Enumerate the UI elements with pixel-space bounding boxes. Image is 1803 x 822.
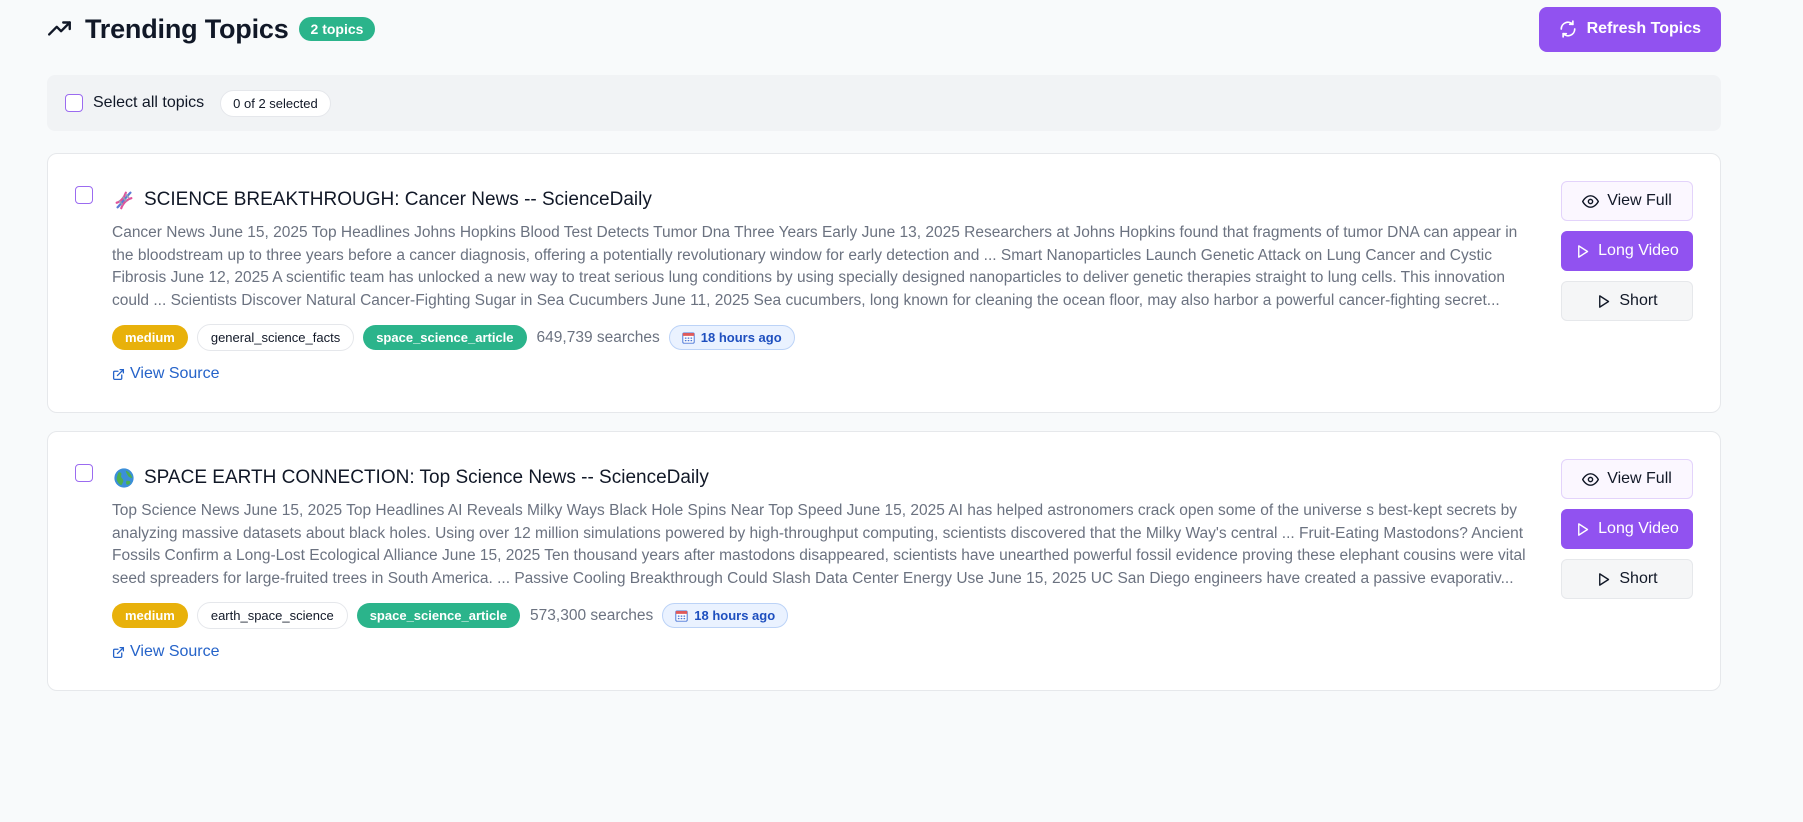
short-button[interactable]: Short — [1561, 559, 1693, 599]
play-icon — [1575, 244, 1590, 259]
topic-title-row: SPACE EARTH CONNECTION: Top Science News… — [112, 466, 709, 490]
type-badge: space_science_article — [363, 325, 527, 350]
topic-card: SCIENCE BREAKTHROUGH: Cancer News -- Sci… — [47, 153, 1721, 413]
topic-title: SPACE EARTH CONNECTION: Top Science News… — [144, 467, 709, 488]
play-icon — [1596, 572, 1611, 587]
play-icon — [1596, 294, 1611, 309]
view-full-label: View Full — [1607, 470, 1672, 487]
time-label: 18 hours ago — [700, 330, 782, 345]
refresh-topics-label: Refresh Topics — [1586, 20, 1701, 37]
topic-title-row: SCIENCE BREAKTHROUGH: Cancer News -- Sci… — [112, 188, 652, 212]
topic-description: Top Science News June 15, 2025 Top Headl… — [112, 502, 1526, 587]
eye-icon — [1582, 471, 1600, 488]
short-button[interactable]: Short — [1561, 281, 1693, 321]
view-source-link[interactable]: View Source — [112, 643, 220, 661]
header-title-group: Trending Topics 2 topics — [47, 13, 376, 45]
view-source-label: View Source — [130, 643, 220, 660]
view-source-label: View Source — [130, 365, 220, 382]
topic-checkbox[interactable] — [75, 186, 93, 204]
type-badge: space_science_article — [356, 603, 521, 628]
category-badge: earth_space_science — [196, 602, 348, 629]
external-link-icon — [112, 646, 125, 659]
long-video-button[interactable]: Long Video — [1561, 231, 1693, 271]
refresh-topics-button[interactable]: Refresh Topics — [1538, 6, 1721, 52]
view-full-button[interactable]: View Full — [1561, 181, 1693, 221]
category-badge: general_science_facts — [196, 324, 355, 351]
external-link-icon — [112, 368, 125, 381]
selected-count-badge: 0 of 2 selected — [220, 89, 331, 117]
eye-icon — [1582, 193, 1600, 210]
selection-bar: Select all topics 0 of 2 selected — [47, 75, 1721, 131]
search-count: 649,739 searches — [536, 328, 660, 346]
select-all-label[interactable]: Select all topics — [93, 94, 204, 112]
view-full-button[interactable]: View Full — [1561, 459, 1693, 499]
topic-card: SPACE EARTH CONNECTION: Top Science News… — [47, 431, 1721, 691]
dna-icon — [112, 188, 136, 212]
long-video-label: Long Video — [1598, 242, 1679, 259]
calendar-icon — [682, 331, 695, 344]
trending-up-icon — [47, 15, 75, 43]
long-video-label: Long Video — [1598, 520, 1679, 537]
short-label: Short — [1619, 292, 1658, 309]
topic-actions: View Full Long Video Short — [1561, 181, 1693, 321]
priority-badge: medium — [112, 325, 188, 350]
time-badge: 18 hours ago — [662, 603, 789, 628]
select-all-checkbox[interactable] — [65, 94, 83, 112]
globe-icon — [112, 466, 136, 490]
time-label: 18 hours ago — [694, 608, 776, 623]
calendar-icon — [675, 609, 688, 622]
play-icon — [1575, 522, 1590, 537]
trending-topics-page: Trending Topics 2 topics Refresh Topics … — [0, 0, 1803, 822]
topic-description: Cancer News June 15, 2025 Top Headlines … — [112, 224, 1518, 309]
search-count: 573,300 searches — [530, 606, 654, 624]
topic-actions: View Full Long Video Short — [1561, 459, 1693, 599]
topic-checkbox[interactable] — [75, 464, 93, 482]
page-title: Trending Topics — [85, 13, 289, 44]
long-video-button[interactable]: Long Video — [1561, 509, 1693, 549]
topic-title: SCIENCE BREAKTHROUGH: Cancer News -- Sci… — [144, 189, 652, 210]
topic-tags: medium earth_space_science space_science… — [112, 602, 789, 629]
time-badge: 18 hours ago — [668, 325, 795, 350]
refresh-icon — [1559, 20, 1577, 38]
topics-count-badge: 2 topics — [298, 17, 376, 41]
short-label: Short — [1619, 570, 1658, 587]
view-full-label: View Full — [1607, 192, 1672, 209]
view-source-link[interactable]: View Source — [112, 365, 220, 383]
priority-badge: medium — [112, 603, 188, 628]
header: Trending Topics 2 topics Refresh Topics — [47, 6, 1721, 52]
topic-tags: medium general_science_facts space_scien… — [112, 324, 795, 351]
